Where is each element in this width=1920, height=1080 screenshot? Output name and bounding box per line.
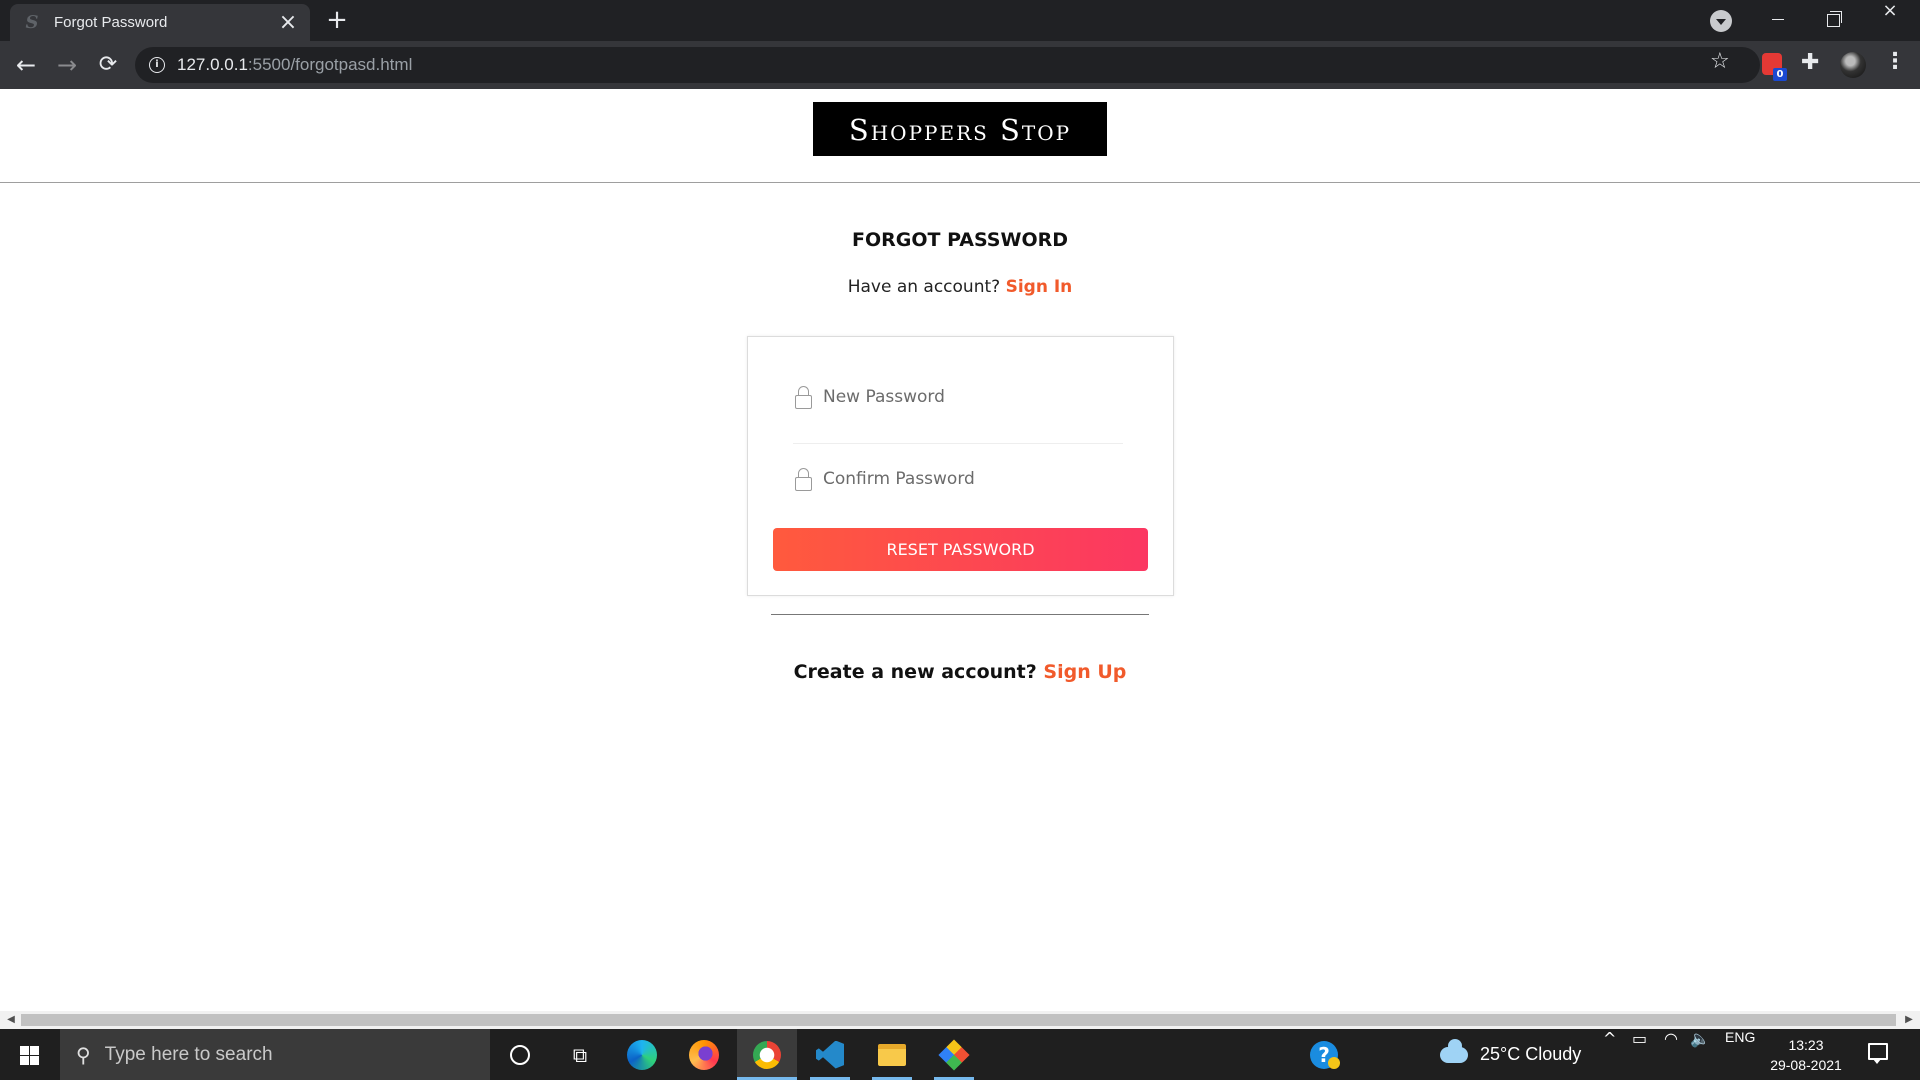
site-info-icon[interactable]: i bbox=[149, 57, 165, 73]
new-password-input[interactable] bbox=[823, 387, 1113, 407]
browser-menu-icon[interactable]: ⋮ bbox=[1884, 49, 1906, 74]
page-title: FORGOT PASSWORD bbox=[852, 229, 1068, 251]
cloud-icon bbox=[1440, 1038, 1468, 1063]
close-tab-icon[interactable]: × bbox=[278, 11, 298, 33]
back-arrow-icon[interactable]: ← bbox=[10, 49, 42, 81]
extensions-puzzle-icon[interactable]: ✚ bbox=[1801, 50, 1819, 75]
lock-icon bbox=[793, 465, 815, 493]
taskbar-search-placeholder: Type here to search bbox=[104, 1043, 273, 1065]
create-account-line: Create a new account? Sign Up bbox=[0, 661, 1920, 683]
minimize-button[interactable] bbox=[1750, 0, 1806, 40]
chevron-up-icon[interactable]: ^ bbox=[1603, 1029, 1616, 1080]
file-explorer-icon[interactable] bbox=[862, 1029, 922, 1080]
help-icon[interactable]: ? bbox=[1310, 1041, 1340, 1069]
clock-time: 13:23 bbox=[1788, 1037, 1824, 1053]
section-divider bbox=[771, 614, 1149, 615]
restore-button[interactable] bbox=[1805, 0, 1861, 40]
profile-avatar[interactable] bbox=[1840, 52, 1866, 78]
browser-tab[interactable]: S Forgot Password × bbox=[10, 4, 310, 41]
edge-icon[interactable] bbox=[612, 1029, 672, 1080]
weather-text: 25°C Cloudy bbox=[1480, 1044, 1582, 1064]
new-password-field[interactable] bbox=[793, 377, 1123, 417]
confirm-password-input[interactable] bbox=[823, 469, 1113, 489]
scrollbar-thumb[interactable] bbox=[21, 1014, 1896, 1026]
clock[interactable]: 13:23 29-08-2021 bbox=[1766, 1035, 1846, 1075]
url-text[interactable]: 127.0.0.1:5500/forgotpasd.html bbox=[177, 55, 412, 75]
wifi-icon[interactable]: ◠ bbox=[1664, 1029, 1678, 1080]
horizontal-scrollbar[interactable]: ◀ ▶ bbox=[0, 1011, 1920, 1029]
site-header: Shoppers Stop bbox=[0, 89, 1920, 183]
firefox-icon[interactable] bbox=[674, 1029, 734, 1080]
notifications-icon[interactable] bbox=[1868, 1043, 1888, 1064]
forgot-password-form: RESET PASSWORD bbox=[747, 336, 1174, 596]
have-account-line: Have an account? Sign In bbox=[0, 277, 1920, 297]
tab-title: Forgot Password bbox=[54, 14, 168, 31]
task-view-icon[interactable]: ⧉ bbox=[550, 1029, 610, 1080]
windows-start-icon[interactable] bbox=[0, 1029, 60, 1080]
vscode-icon[interactable] bbox=[800, 1029, 860, 1080]
sign-in-link[interactable]: Sign In bbox=[1006, 277, 1073, 297]
tab-search-icon[interactable] bbox=[1710, 10, 1732, 32]
clock-date: 29-08-2021 bbox=[1770, 1057, 1842, 1073]
extension-badge: 0 bbox=[1773, 68, 1787, 81]
shoppers-stop-logo[interactable]: Shoppers Stop bbox=[813, 102, 1107, 156]
url-host: 127.0.0.1 bbox=[177, 55, 248, 74]
cortana-icon[interactable] bbox=[490, 1029, 550, 1080]
close-window-button[interactable]: × bbox=[1862, 0, 1918, 40]
lock-icon bbox=[793, 383, 815, 411]
create-account-text: Create a new account? bbox=[793, 661, 1037, 683]
browser-tab-bar: S Forgot Password × + × bbox=[0, 0, 1920, 41]
new-tab-button[interactable]: + bbox=[322, 6, 352, 36]
language-indicator[interactable]: ENG bbox=[1725, 1029, 1755, 1080]
scroll-left-arrow-icon[interactable]: ◀ bbox=[2, 1011, 20, 1029]
sign-up-link[interactable]: Sign Up bbox=[1043, 661, 1126, 683]
windows-taskbar: ⚲ Type here to search ⧉ ? 25°C Cloudy ^ … bbox=[0, 1029, 1920, 1080]
url-path: :5500/forgotpasd.html bbox=[247, 55, 413, 74]
battery-icon[interactable]: ▭ bbox=[1632, 1029, 1647, 1080]
weather-widget[interactable]: 25°C Cloudy bbox=[1440, 1029, 1581, 1080]
chrome-icon[interactable] bbox=[737, 1029, 797, 1080]
site-favicon-icon: S bbox=[25, 11, 39, 33]
search-icon: ⚲ bbox=[76, 1042, 91, 1067]
bookmark-star-icon[interactable]: ☆ bbox=[1710, 49, 1730, 74]
scroll-right-arrow-icon[interactable]: ▶ bbox=[1900, 1011, 1918, 1029]
reload-icon[interactable]: ⟳ bbox=[92, 49, 124, 81]
confirm-password-field[interactable] bbox=[793, 459, 1123, 499]
have-account-text: Have an account? bbox=[847, 277, 1001, 297]
browser-toolbar: ← → ⟳ i 127.0.0.1:5500/forgotpasd.html ☆… bbox=[0, 41, 1920, 89]
git-icon[interactable] bbox=[924, 1029, 984, 1080]
volume-icon[interactable]: 🔈 bbox=[1690, 1029, 1710, 1080]
address-bar[interactable]: i 127.0.0.1:5500/forgotpasd.html bbox=[135, 47, 1760, 83]
taskbar-search-box[interactable]: ⚲ Type here to search bbox=[60, 1029, 490, 1080]
reset-password-button[interactable]: RESET PASSWORD bbox=[773, 528, 1148, 571]
field-divider bbox=[793, 443, 1123, 444]
forward-arrow-icon[interactable]: → bbox=[51, 49, 83, 81]
